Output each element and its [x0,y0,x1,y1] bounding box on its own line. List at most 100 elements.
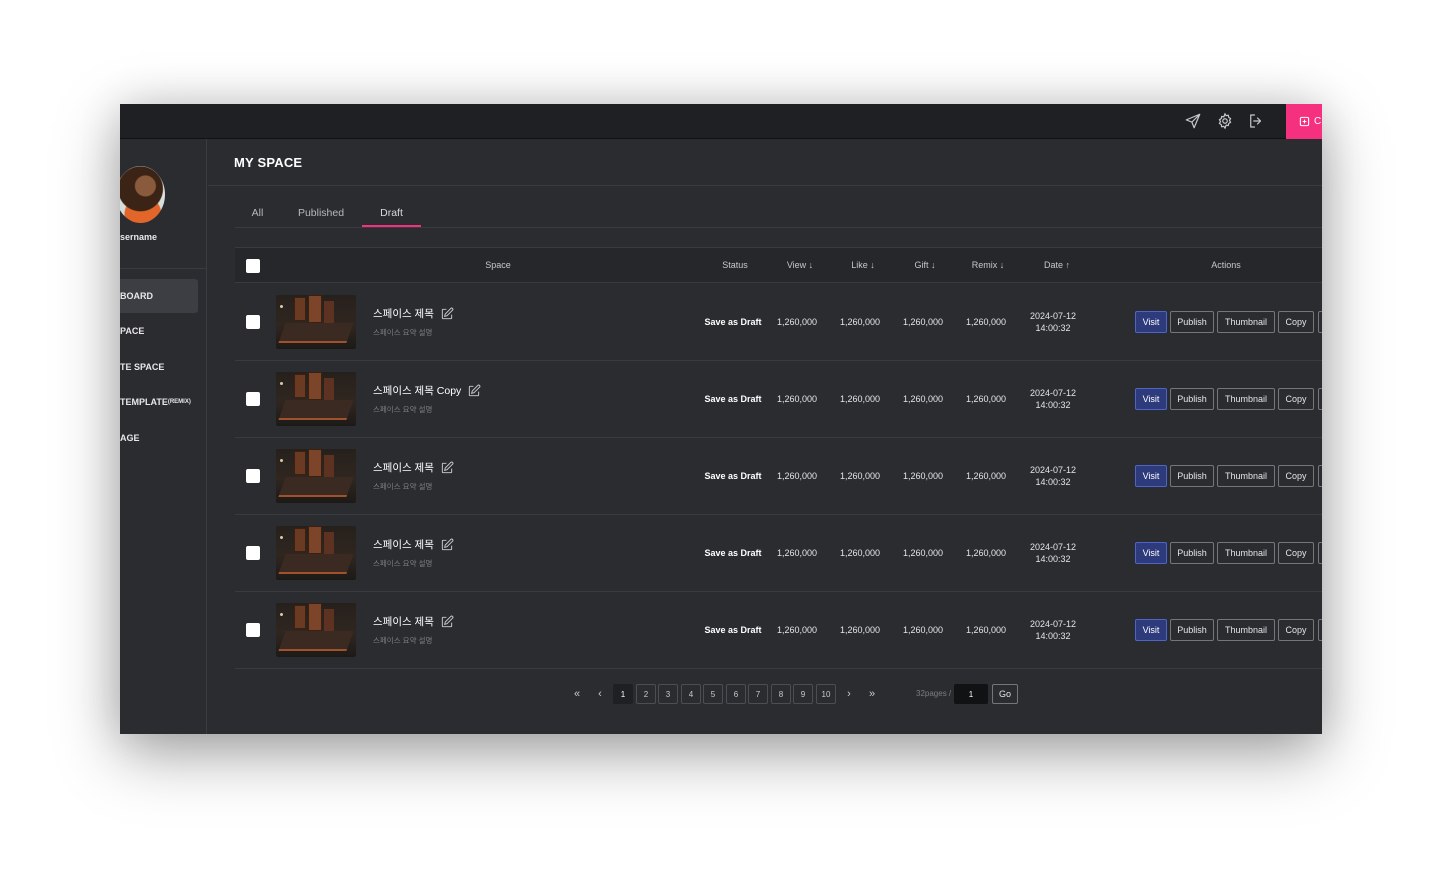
tab-all[interactable]: All [245,199,270,227]
avatar[interactable] [120,166,165,223]
space-description: 스페이스 요약 설명 [373,328,433,337]
page-button[interactable]: 4 [681,684,701,704]
send-icon[interactable] [1184,112,1202,130]
edit-icon[interactable] [440,307,454,321]
prev-page-button[interactable]: ‹ [590,684,610,704]
date-cell: 2024-07-12 14:00:32 [1030,542,1076,565]
status-cell: Save as Draft [704,394,762,404]
edit-icon[interactable] [440,461,454,475]
page-button[interactable]: 8 [771,684,791,704]
column-status[interactable]: Status [722,260,748,270]
space-description: 스페이스 요약 설명 [373,482,433,491]
sidebar-item-page[interactable]: AGE [120,421,198,455]
row-checkbox[interactable] [246,392,260,406]
more-action-button[interactable] [1318,619,1322,641]
sidebar-item-create-space[interactable]: TE SPACE [120,350,198,384]
page-button[interactable]: 1 [613,684,633,704]
time-text: 14:00:32 [1035,630,1071,641]
more-action-button[interactable] [1318,311,1322,333]
page-button[interactable]: 3 [658,684,678,704]
gear-icon[interactable] [1216,112,1234,130]
sidebar-item-template[interactable]: TEMPLATE (REMIX) [120,385,198,419]
copy-button[interactable]: Copy [1278,619,1314,641]
thumbnail-button[interactable]: Thumbnail [1217,311,1275,333]
visit-button[interactable]: Visit [1135,619,1167,641]
page-button[interactable]: 9 [793,684,813,704]
table-header: Space Status View ↓ Like ↓ Gift ↓ Remix … [235,247,1322,283]
thumbnail-button[interactable]: Thumbnail [1217,542,1275,564]
top-bar: C [120,104,1322,139]
publish-button[interactable]: Publish [1170,465,1214,487]
copy-button[interactable]: Copy [1278,542,1314,564]
last-page-button[interactable]: » [862,684,882,704]
space-thumbnail[interactable] [276,603,356,657]
logout-icon[interactable] [1247,112,1265,130]
tab-published[interactable]: Published [288,199,354,227]
column-view[interactable]: View ↓ [787,260,813,270]
page-button[interactable]: 2 [636,684,656,704]
table-row: 스페이스 제목 스페이스 요약 설명 Save as Draft 1,260,0… [235,592,1322,669]
go-button[interactable]: Go [992,684,1018,704]
space-title: 스페이스 제목 [373,306,454,321]
remix-cell: 1,260,000 [965,317,1007,327]
publish-button[interactable]: Publish [1170,619,1214,641]
visit-button[interactable]: Visit [1135,388,1167,410]
row-checkbox[interactable] [246,469,260,483]
sidebar-item-my-space[interactable]: PACE [120,314,198,348]
row-checkbox[interactable] [246,546,260,560]
table-row: 스페이스 제목 Copy 스페이스 요약 설명 Save as Draft 1,… [235,361,1322,438]
sidebar-item-dashboard[interactable]: BOARD [120,279,198,313]
page-button[interactable]: 6 [726,684,746,704]
page-button[interactable]: 10 [816,684,836,704]
edit-icon[interactable] [440,615,454,629]
space-title: 스페이스 제목 Copy [373,383,481,398]
like-cell: 1,260,000 [839,548,881,558]
space-title: 스페이스 제목 [373,614,454,629]
row-checkbox[interactable] [246,623,260,637]
visit-button[interactable]: Visit [1135,542,1167,564]
edit-icon[interactable] [440,538,454,552]
page-button[interactable]: 7 [748,684,768,704]
thumbnail-button[interactable]: Thumbnail [1217,388,1275,410]
space-thumbnail[interactable] [276,526,356,580]
create-space-button[interactable]: C [1286,104,1322,139]
plus-square-icon [1299,116,1310,127]
select-all-checkbox[interactable] [246,259,260,273]
publish-button[interactable]: Publish [1170,311,1214,333]
more-action-button[interactable] [1318,465,1322,487]
column-remix[interactable]: Remix ↓ [972,260,1005,270]
space-thumbnail[interactable] [276,295,356,349]
tab-draft[interactable]: Draft [362,199,421,227]
more-action-button[interactable] [1318,542,1322,564]
column-date[interactable]: Date ↑ [1044,260,1070,270]
row-checkbox[interactable] [246,315,260,329]
column-like[interactable]: Like ↓ [851,260,875,270]
space-thumbnail[interactable] [276,372,356,426]
date-text: 2024-07-12 [1029,619,1077,629]
copy-button[interactable]: Copy [1278,465,1314,487]
gift-cell: 1,260,000 [902,548,944,558]
first-page-button[interactable]: « [567,684,587,704]
time-text: 14:00:32 [1035,553,1071,564]
space-thumbnail[interactable] [276,449,356,503]
visit-button[interactable]: Visit [1135,465,1167,487]
next-page-button[interactable]: › [839,684,859,704]
thumbnail-button[interactable]: Thumbnail [1217,465,1275,487]
view-cell: 1,260,000 [776,317,818,327]
date-text: 2024-07-12 [1029,465,1077,475]
page-button[interactable]: 5 [703,684,723,704]
visit-button[interactable]: Visit [1135,311,1167,333]
page-number-input[interactable] [954,684,988,704]
space-title: 스페이스 제목 [373,460,454,475]
like-cell: 1,260,000 [839,471,881,481]
thumbnail-button[interactable]: Thumbnail [1217,619,1275,641]
publish-button[interactable]: Publish [1170,388,1214,410]
copy-button[interactable]: Copy [1278,311,1314,333]
copy-button[interactable]: Copy [1278,388,1314,410]
page-title: MY SPACE [234,155,303,170]
more-action-button[interactable] [1318,388,1322,410]
edit-icon[interactable] [467,384,481,398]
publish-button[interactable]: Publish [1170,542,1214,564]
view-cell: 1,260,000 [776,625,818,635]
column-gift[interactable]: Gift ↓ [914,260,935,270]
